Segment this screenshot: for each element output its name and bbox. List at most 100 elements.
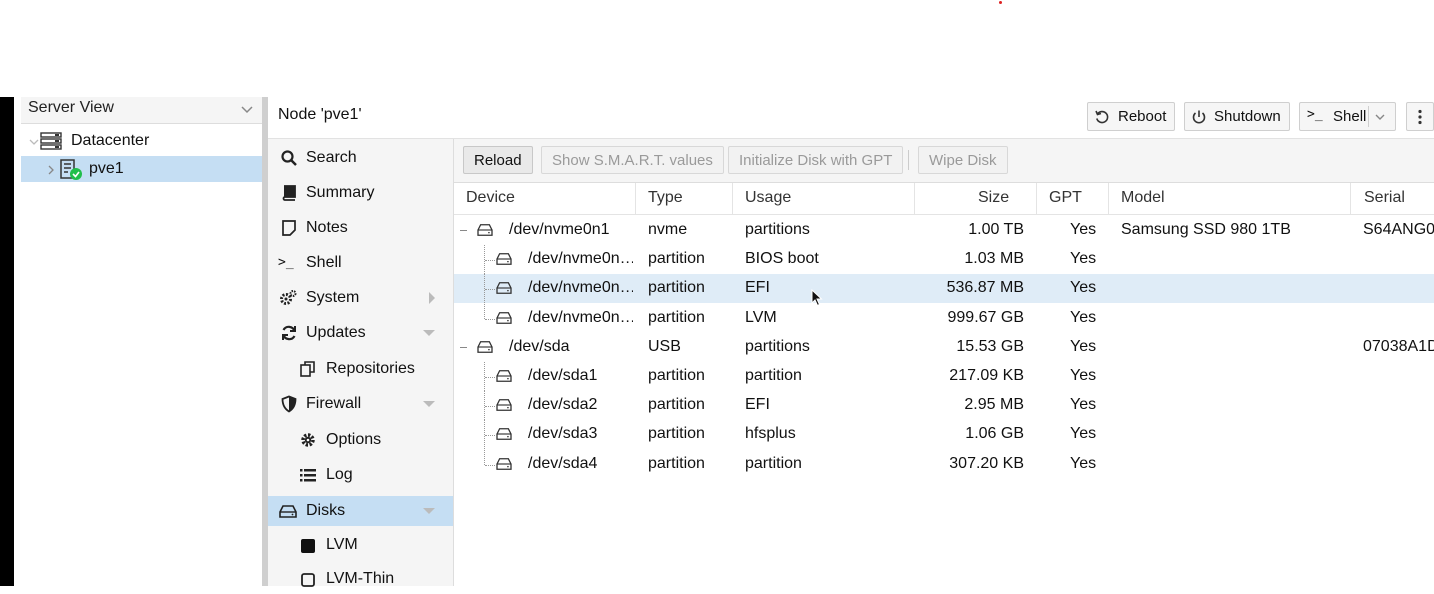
tree-expand-icon[interactable] (46, 163, 56, 180)
menu-item-shell[interactable]: >_ Shell (268, 248, 453, 278)
cell-type: partition (648, 454, 705, 472)
caret-down-icon (423, 330, 435, 336)
cell-gpt: Yes (1070, 279, 1097, 297)
column-header-model[interactable]: Model (1121, 189, 1165, 207)
show-smart-button[interactable]: Show S.M.A.R.T. values (541, 146, 724, 174)
collapse-icon[interactable] (460, 346, 467, 348)
cell-gpt: Yes (1070, 425, 1097, 443)
table-row[interactable]: /dev/sda2 partition EFI 2.95 MB Yes (454, 391, 1434, 421)
table-row[interactable]: /dev/nvme0n1 nvme partitions 1.00 TB Yes Sams… (454, 216, 1434, 245)
cell-usage: partitions (745, 337, 810, 355)
cell-size: 1.06 GB (965, 425, 1024, 443)
menu-item-updates[interactable]: Updates (268, 318, 453, 348)
menu-item-lvm-thin[interactable]: LVM-Thin (268, 564, 453, 594)
page-title: Node 'pve1' (278, 106, 362, 123)
column-header-size[interactable]: Size (978, 189, 1009, 207)
table-row[interactable]: /dev/nvme0n… partition BIOS boot 1.03 MB Yes (454, 245, 1434, 275)
collapse-icon[interactable] (460, 230, 467, 231)
column-header-device[interactable]: Device (466, 189, 515, 207)
cell-device: /dev/nvme0n… (528, 250, 633, 268)
cell-device: /dev/nvme0n… (528, 279, 633, 297)
menu-item-system[interactable]: System (268, 283, 453, 313)
menu-item-label: Log (326, 466, 353, 483)
cell-device: /dev/sda1 (528, 367, 598, 384)
chevron-down-icon[interactable] (1374, 111, 1386, 123)
tree-item-pve1[interactable]: pve1 (21, 156, 262, 182)
tree-collapse-icon[interactable] (28, 135, 40, 152)
disks-panel: Reload Show S.M.A.R.T. values Initialize… (454, 139, 1434, 586)
menu-item-notes[interactable]: Notes (268, 213, 453, 243)
disks-toolbar: Reload Show S.M.A.R.T. values Initialize… (454, 139, 1434, 183)
toolbar-separator (908, 150, 909, 170)
shell-button[interactable]: >_ Shell (1299, 102, 1396, 131)
table-row[interactable]: /dev/sda3 partition hfsplus 1.06 GB Yes (454, 420, 1434, 450)
cell-model: Samsung SSD 980 1TB (1121, 221, 1291, 238)
shutdown-button[interactable]: Shutdown (1184, 102, 1290, 131)
view-selector[interactable]: Server View (21, 97, 262, 124)
column-separator (914, 183, 915, 214)
menu-item-search[interactable]: Search (268, 143, 453, 173)
cell-usage: partitions (745, 221, 810, 238)
cell-usage: hfsplus (745, 425, 796, 443)
cell-type: partition (648, 396, 705, 414)
hdd-icon (279, 505, 297, 518)
menu-item-options[interactable]: Options (268, 425, 453, 455)
column-header-serial[interactable]: Serial (1364, 189, 1405, 207)
menu-item-log[interactable]: Log (268, 460, 453, 490)
terminal-icon: >_ (278, 255, 294, 270)
menu-item-label: Notes (306, 219, 348, 236)
cell-type: USB (648, 337, 681, 355)
reload-button[interactable]: Reload (463, 146, 533, 174)
table-row[interactable]: /dev/sda1 partition partition 217.09 KB Yes (454, 362, 1434, 391)
cell-gpt: Yes (1070, 221, 1097, 238)
hdd-icon (496, 428, 512, 441)
tree-line (485, 260, 495, 262)
more-button[interactable] (1406, 102, 1434, 131)
menu-item-label: Shell (306, 254, 342, 271)
tree-line (484, 303, 485, 319)
column-header-type[interactable]: Type (648, 189, 683, 207)
reboot-button[interactable]: Reboot (1087, 102, 1175, 131)
disks-grid-header: Device Type Usage Size GPT Model Serial (454, 183, 1434, 215)
column-separator (1108, 183, 1109, 214)
gears-icon (280, 290, 297, 305)
menu-item-firewall[interactable]: Firewall (268, 389, 453, 419)
init-gpt-button[interactable]: Initialize Disk with GPT (728, 146, 904, 174)
column-separator (1036, 183, 1037, 214)
menu-item-label: Repositories (326, 360, 415, 377)
column-header-gpt[interactable]: GPT (1049, 189, 1082, 207)
hdd-icon (496, 253, 512, 266)
cell-usage: partition (745, 454, 802, 472)
book-icon (282, 185, 296, 201)
cell-usage: partition (745, 367, 802, 384)
cell-gpt: Yes (1070, 337, 1097, 355)
tree-item-label: pve1 (89, 160, 124, 177)
cell-gpt: Yes (1070, 250, 1097, 268)
table-row[interactable]: /dev/nvme0n… partition LVM 999.67 GB Yes (454, 303, 1434, 333)
tree-line (485, 464, 495, 466)
cell-size: 217.09 KB (949, 367, 1024, 384)
menu-item-disks[interactable]: Disks (268, 496, 453, 526)
tree-item-datacenter[interactable]: Datacenter (21, 128, 262, 154)
cell-type: partition (648, 250, 705, 268)
table-row[interactable]: /dev/sda USB partitions 15.53 GB Yes 07038A1D (454, 333, 1434, 362)
menu-item-lvm[interactable]: LVM (268, 530, 453, 560)
caret-right-icon (429, 292, 435, 304)
hdd-icon (496, 457, 512, 470)
menu-item-repositories[interactable]: Repositories (268, 354, 453, 384)
menu-item-summary[interactable]: Summary (268, 178, 453, 208)
cell-device: /dev/nvme0n… (528, 308, 633, 326)
hdd-icon (496, 311, 512, 324)
tree-line (485, 318, 495, 320)
table-row[interactable]: /dev/nvme0n… partition EFI 536.87 MB Yes (454, 274, 1434, 304)
copy-icon (300, 361, 315, 377)
hdd-icon (496, 399, 512, 412)
caret-down-icon (423, 401, 435, 407)
column-separator (1350, 183, 1351, 214)
wipe-disk-button[interactable]: Wipe Disk (918, 146, 1008, 174)
table-row[interactable]: /dev/sda4 partition partition 307.20 KB Yes (454, 449, 1434, 479)
column-header-usage[interactable]: Usage (745, 189, 791, 207)
cell-device: /dev/sda (509, 337, 570, 355)
cell-usage: EFI (745, 396, 770, 414)
cell-type: nvme (648, 221, 688, 238)
